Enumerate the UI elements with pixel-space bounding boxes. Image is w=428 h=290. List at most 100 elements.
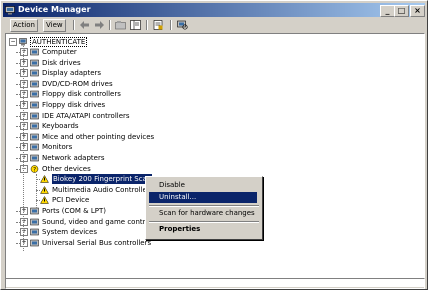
tree-item[interactable]: + Floppy disk drives — [16, 100, 260, 110]
uninstall-menu-item[interactable]: Uninstall... — [149, 192, 257, 203]
properties-menu-item[interactable]: Properties — [149, 224, 257, 235]
tree-item-label: Universal Serial Bus controllers — [42, 238, 152, 247]
tree-line — [16, 115, 20, 117]
device-icon — [30, 133, 39, 141]
device-manager-window: Device Manager _ □ × Action View − AUTHE… — [0, 0, 428, 290]
device-icon — [30, 59, 39, 66]
device-manager-icon — [5, 6, 15, 15]
device-icon — [30, 207, 39, 215]
collapse-icon[interactable]: − — [20, 164, 28, 173]
tree-line — [16, 83, 20, 85]
tree-line — [16, 232, 20, 234]
tree-item[interactable]: + Floppy disk controllers — [16, 89, 260, 99]
disable-menu-item[interactable]: Disable — [149, 180, 257, 191]
toolbar-separator — [73, 20, 75, 30]
expand-icon[interactable]: + — [20, 132, 28, 141]
device-icon — [30, 69, 39, 77]
tree-line — [16, 52, 20, 53]
tree-item-label: Computer — [42, 48, 77, 56]
svg-text:?: ? — [33, 166, 36, 173]
forward-arrow-icon[interactable] — [94, 20, 105, 30]
expand-icon[interactable]: + — [20, 228, 28, 237]
tree-line — [16, 73, 20, 75]
title-bar[interactable]: Device Manager _ □ × — [3, 3, 425, 17]
device-icon — [30, 144, 39, 151]
tree-item-label: System devices — [42, 228, 97, 237]
expand-icon[interactable]: + — [20, 207, 28, 215]
menu-action[interactable]: Action — [10, 19, 38, 32]
tree-line — [36, 174, 37, 208]
tree-line — [16, 221, 20, 223]
scan-hardware-menu-item[interactable]: Scan for hardware changes — [149, 208, 257, 219]
tree-item-label: Other devices — [42, 164, 91, 173]
expand-icon[interactable]: + — [20, 238, 28, 247]
device-icon — [30, 101, 39, 109]
tree-line — [16, 158, 20, 159]
tree-item[interactable]: + Mice and other pointing devices — [16, 132, 260, 142]
properties-icon[interactable] — [153, 20, 164, 30]
tree-item-label: Floppy disk drives — [42, 101, 106, 109]
tree-item[interactable]: + Monitors — [16, 142, 260, 152]
warning-icon — [40, 175, 49, 183]
expand-icon[interactable]: + — [20, 69, 28, 78]
tree-item-label: Mice and other pointing devices — [42, 132, 155, 141]
device-icon — [30, 48, 39, 56]
tree-item-label: Floppy disk controllers — [42, 90, 121, 99]
expand-icon[interactable]: + — [20, 111, 28, 120]
tree-item[interactable]: + Network adapters — [16, 153, 260, 163]
maximize-button[interactable]: □ — [394, 5, 409, 17]
tree-line — [16, 126, 20, 128]
close-button[interactable]: × — [410, 5, 425, 17]
tree-item[interactable]: + IDE ATA/ATAPI controllers — [16, 111, 260, 121]
minimize-button[interactable]: _ — [380, 5, 395, 17]
tree-item[interactable]: + Display adapters — [16, 68, 260, 78]
tree-item-label: Display adapters — [42, 69, 102, 78]
device-icon — [30, 91, 39, 98]
tree-item-label: IDE ATA/ATAPI controllers — [42, 111, 130, 120]
menu-bar: Action View — [3, 18, 425, 32]
tree-item[interactable]: + DVD/CD-ROM drives — [16, 79, 260, 89]
toolbar-separator — [109, 20, 111, 30]
tree-line — [16, 211, 20, 212]
expand-icon[interactable]: + — [20, 48, 28, 56]
device-icon — [30, 239, 39, 247]
expand-icon[interactable]: + — [20, 122, 28, 131]
menu-view[interactable]: View — [43, 19, 66, 32]
tree-line — [16, 136, 20, 138]
device-tree-pane[interactable]: − AUTHENTICATE + Computer + Disk drives + Dis… — [5, 33, 425, 287]
tree-item-label: Multimedia Audio Controller — [52, 185, 150, 194]
tree-line — [16, 168, 20, 170]
tree-line — [16, 94, 20, 96]
tree-item[interactable]: + Computer — [16, 47, 260, 57]
status-bar — [5, 278, 425, 289]
collapse-icon[interactable]: − — [9, 38, 17, 46]
expand-icon[interactable]: + — [20, 154, 28, 162]
tree-root-label: AUTHENTICATE — [30, 37, 88, 47]
show-hide-tree-icon[interactable] — [130, 20, 141, 30]
expand-icon[interactable]: + — [20, 101, 28, 109]
tree-item-label: Monitors — [42, 143, 73, 152]
tree-item-label: Biokey 200 Fingerprint Scan — [52, 174, 153, 185]
tree-item-label: Network adapters — [42, 154, 105, 162]
device-icon — [30, 122, 39, 130]
scan-hardware-icon[interactable] — [177, 20, 188, 30]
device-icon — [30, 112, 39, 119]
expand-icon[interactable]: + — [20, 217, 28, 226]
computer-icon — [19, 38, 27, 46]
expand-icon[interactable]: + — [20, 58, 28, 67]
expand-icon[interactable]: + — [20, 143, 28, 152]
tree-item[interactable]: + Disk drives — [16, 58, 260, 68]
up-folder-icon[interactable] — [115, 20, 126, 30]
device-icon — [30, 228, 39, 236]
tree-root-row[interactable]: − AUTHENTICATE — [6, 37, 206, 47]
back-arrow-icon[interactable] — [79, 20, 90, 30]
tree-item-label: Keyboards — [42, 122, 79, 131]
tree-item[interactable]: −? Other devices — [16, 164, 260, 174]
expand-icon[interactable]: + — [20, 79, 28, 88]
tree-item[interactable]: + Keyboards — [16, 121, 260, 131]
tree-item-label: PCI Device — [52, 196, 90, 205]
menu-separator — [149, 205, 259, 207]
device-icon — [30, 154, 39, 162]
tree-line — [23, 46, 24, 251]
expand-icon[interactable]: + — [20, 90, 28, 99]
